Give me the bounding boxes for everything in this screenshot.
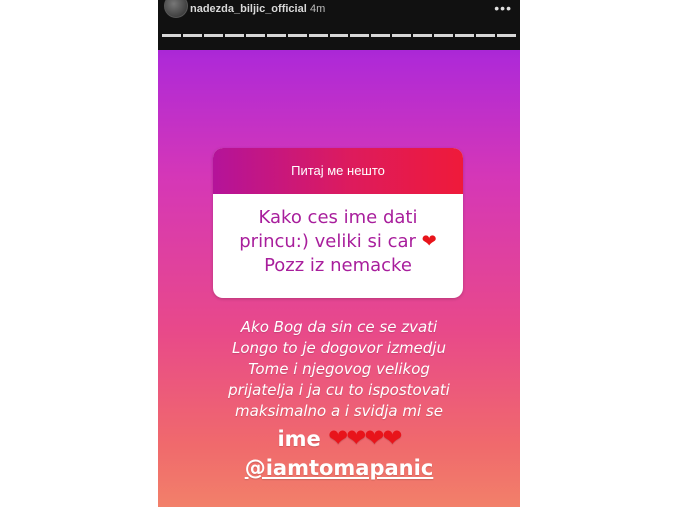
answer-text: Ako Bog da sin ce se zvati Longo to je d… — [178, 317, 500, 483]
question-line-2: princu:) veliki si car ❤ — [213, 230, 463, 254]
question-sticker: Питај ме нешто Kako ces ime dati princu:… — [213, 148, 463, 298]
question-line-3: Pozz iz nemacke — [264, 255, 412, 276]
post-time-label: 4m — [310, 3, 326, 15]
question-line-1: Kako ces ime dati — [258, 207, 418, 228]
progress-segment — [497, 34, 516, 37]
progress-segment — [371, 34, 391, 37]
progress-segment — [224, 34, 244, 37]
answer-line-4: prijatelja i ja cu to ispostovati — [228, 381, 450, 399]
answer-line-1: Ako Bog da sin ce se zvati — [240, 318, 438, 336]
progress-segment — [266, 34, 286, 37]
progress-segment — [162, 34, 181, 37]
mention-link[interactable]: @iamtomapanic — [178, 453, 500, 483]
progress-segment — [413, 34, 433, 37]
question-text: Kako ces ime dati princu:) veliki si car… — [213, 194, 463, 278]
heart-icon: ❤ — [421, 231, 437, 252]
progress-segment — [392, 34, 412, 37]
question-line-2-text: princu:) veliki si car — [239, 231, 416, 252]
story-progress-bar — [162, 34, 516, 37]
answer-line-6: ime ❤❤❤❤ — [178, 424, 500, 453]
username-label[interactable]: nadezda_biljic_official — [190, 3, 307, 15]
profile-avatar[interactable] — [164, 0, 188, 18]
progress-segment — [308, 34, 328, 37]
answer-line-5: maksimalno a i svidja mi se — [235, 402, 443, 420]
story-header: nadezda_biljic_official 4m ••• — [158, 0, 520, 50]
progress-segment — [182, 34, 202, 37]
progress-segment — [434, 34, 454, 37]
more-options-icon[interactable]: ••• — [494, 0, 512, 16]
answer-line-3: Tome i njegovog velikog — [248, 360, 430, 378]
answer-line-6-text: ime — [277, 427, 321, 451]
progress-segment — [203, 34, 223, 37]
hearts-icon: ❤❤❤❤ — [328, 424, 402, 452]
progress-segment — [350, 34, 370, 37]
question-sticker-prompt: Питај ме нешто — [213, 148, 463, 194]
progress-segment — [245, 34, 265, 37]
progress-segment — [455, 34, 475, 37]
progress-segment — [329, 34, 349, 37]
progress-segment — [287, 34, 307, 37]
story-viewer[interactable]: nadezda_biljic_official 4m ••• Питај ме … — [158, 0, 520, 507]
answer-line-2: Longo to je dogovor izmedju — [232, 339, 446, 357]
progress-segment — [476, 34, 495, 37]
